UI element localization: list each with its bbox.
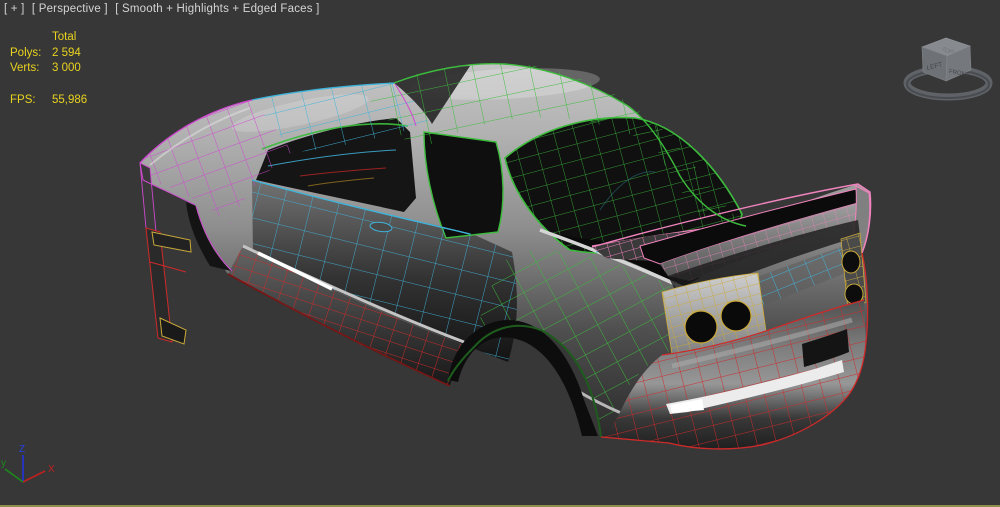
verts-label: Verts: xyxy=(10,62,40,74)
stats-polys-row: Polys: 2 594 xyxy=(10,46,87,62)
axis-y-line xyxy=(4,468,24,483)
axis-x-label: X xyxy=(48,464,55,475)
viewport-shading-menu[interactable]: [ Smooth + Highlights + Edged Faces ] xyxy=(115,3,319,15)
polys-value: 2 594 xyxy=(52,46,81,59)
viewcube[interactable]: TOP LEFT FRONT xyxy=(903,37,993,101)
fps-value: 55,986 xyxy=(52,93,88,106)
verts-value: 3 000 xyxy=(52,62,81,74)
viewport-general-menu[interactable]: [ + ] xyxy=(4,3,25,15)
tail-light-inner xyxy=(720,300,752,332)
polys-label: Polys: xyxy=(10,46,42,59)
viewport-label: [ + ] [ Perspective ] [ Smooth + Highlig… xyxy=(4,3,323,15)
stats-header: Total xyxy=(52,31,77,43)
viewport-3d[interactable]: TOP LEFT FRONT Z X y [ + ] [ Perspective… xyxy=(0,0,1000,507)
tail-light-outer xyxy=(684,310,718,344)
car-model[interactable] xyxy=(139,62,872,450)
scene-canvas: TOP LEFT FRONT Z X y xyxy=(1,37,993,483)
tail-light-right-upper xyxy=(841,250,861,274)
stats-header-row: Total xyxy=(10,30,87,46)
world-axis-gizmo: Z X y xyxy=(1,444,55,483)
viewport-pov-menu[interactable]: [ Perspective ] xyxy=(32,3,108,15)
axis-y-label: y xyxy=(1,458,6,469)
stats-verts-row: Verts: 3 000 xyxy=(10,61,87,77)
statistics-overlay: Total Polys: 2 594 Verts: 3 000 FPS: 55,986 xyxy=(10,30,87,108)
fps-label: FPS: xyxy=(10,93,36,106)
stats-fps-row: FPS: 55,986 xyxy=(10,93,87,109)
axis-x-line xyxy=(22,470,46,483)
axis-z-label: Z xyxy=(19,444,25,455)
